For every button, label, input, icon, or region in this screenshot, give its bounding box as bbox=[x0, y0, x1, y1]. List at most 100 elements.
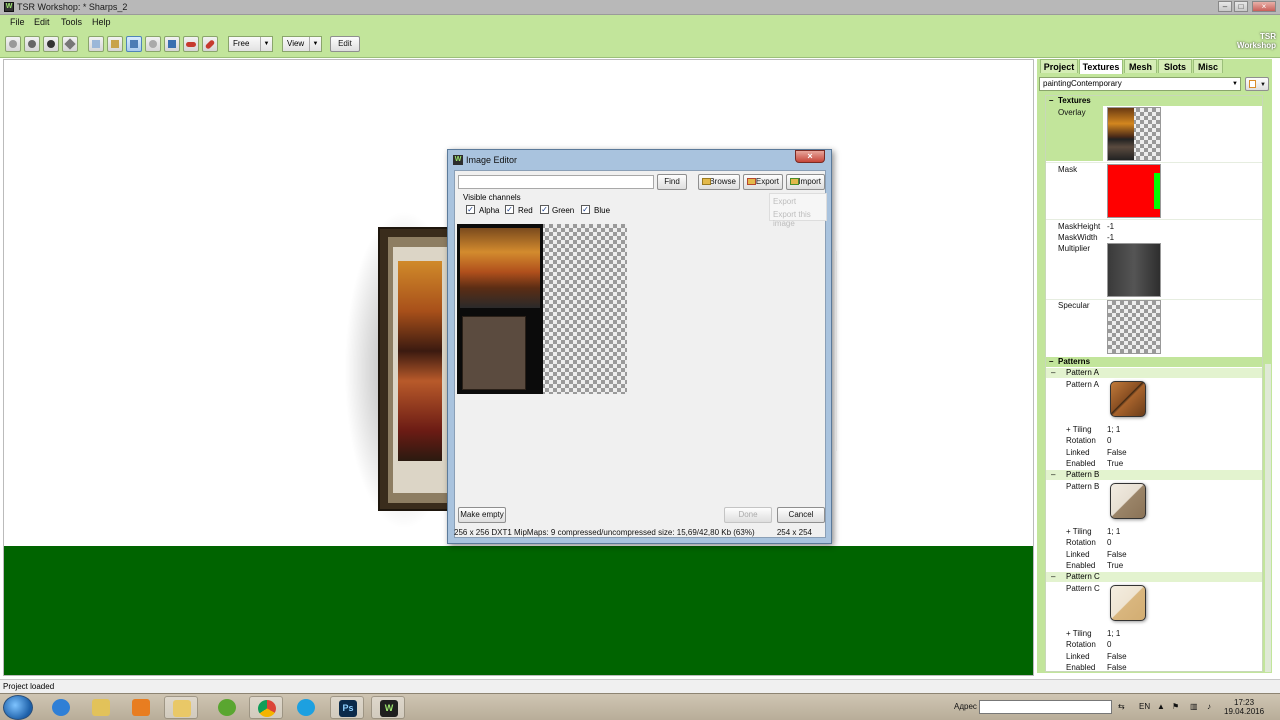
pattern-a-enabled-value[interactable]: True bbox=[1107, 459, 1123, 468]
clock[interactable]: 17:23 19.04.2016 bbox=[1224, 698, 1264, 716]
green-label: Green bbox=[552, 206, 575, 215]
brush-icon[interactable] bbox=[202, 36, 218, 52]
alpha-checkbox[interactable]: ✓ bbox=[466, 205, 475, 214]
skype-taskbar-button[interactable] bbox=[289, 696, 323, 719]
texture-preview[interactable] bbox=[457, 224, 627, 394]
pattern-b-tiling-value[interactable]: 1; 1 bbox=[1107, 527, 1120, 536]
preview-scrollbar[interactable] bbox=[835, 251, 837, 451]
green-checkbox[interactable]: ✓ bbox=[540, 205, 549, 214]
menu-tools[interactable]: Tools bbox=[61, 17, 82, 27]
tab-project[interactable]: Project bbox=[1040, 59, 1078, 73]
dialog-close-button[interactable]: × bbox=[795, 150, 825, 163]
pattern-c-header[interactable]: – Pattern C bbox=[1046, 572, 1262, 582]
sphere-medium-icon[interactable] bbox=[24, 36, 40, 52]
pattern-b-linked-value[interactable]: False bbox=[1107, 550, 1127, 559]
close-button[interactable]: × bbox=[1252, 1, 1276, 12]
texture-select[interactable]: paintingContemporary ▼ bbox=[1039, 77, 1241, 91]
pattern-c-enabled-value[interactable]: False bbox=[1107, 663, 1127, 671]
maskheight-value[interactable]: -1 bbox=[1107, 222, 1114, 231]
media-player-taskbar-button[interactable] bbox=[124, 696, 158, 719]
gizmo-icon[interactable] bbox=[164, 36, 180, 52]
menu-file[interactable]: File bbox=[10, 17, 25, 27]
grid-icon[interactable] bbox=[88, 36, 104, 52]
language-indicator[interactable]: EN bbox=[1139, 702, 1150, 711]
done-button[interactable]: Done bbox=[724, 507, 772, 523]
lips-icon[interactable] bbox=[183, 36, 199, 52]
folder-taskbar-button[interactable] bbox=[164, 696, 198, 719]
maskwidth-value[interactable]: -1 bbox=[1107, 233, 1114, 242]
collapse-icon[interactable]: – bbox=[1049, 357, 1053, 367]
tab-slots[interactable]: Slots bbox=[1158, 59, 1192, 73]
collapse-icon[interactable]: – bbox=[1051, 368, 1055, 378]
minimize-button[interactable]: – bbox=[1218, 1, 1232, 12]
pattern-a-header[interactable]: – Pattern A bbox=[1046, 368, 1262, 378]
pattern-b-rotation-label: Rotation bbox=[1066, 538, 1096, 547]
address-input[interactable] bbox=[979, 700, 1112, 714]
sphere-light-icon[interactable] bbox=[5, 36, 21, 52]
chrome-taskbar-button[interactable] bbox=[249, 696, 283, 719]
export-button[interactable]: Export bbox=[743, 174, 783, 190]
frame-view-icon[interactable] bbox=[126, 36, 142, 52]
network-icon[interactable]: ▥ bbox=[1190, 702, 1198, 711]
patterns-category[interactable]: – Patterns bbox=[1046, 357, 1262, 367]
collapse-icon[interactable]: – bbox=[1049, 96, 1053, 106]
pattern-b-swatch[interactable] bbox=[1110, 483, 1146, 519]
tray-arrow-icon[interactable]: ▲ bbox=[1157, 702, 1165, 711]
property-grid-scrollbar[interactable] bbox=[1265, 364, 1271, 672]
browse-button[interactable]: Browse bbox=[698, 174, 740, 190]
pattern-a-linked-value[interactable]: False bbox=[1107, 448, 1127, 457]
pattern-c-swatch[interactable] bbox=[1110, 585, 1146, 621]
find-input[interactable] bbox=[458, 175, 654, 189]
maximize-button[interactable]: □ bbox=[1234, 1, 1248, 12]
pattern-a-rotation-value[interactable]: 0 bbox=[1107, 436, 1111, 445]
pattern-c-linked-value[interactable]: False bbox=[1107, 652, 1127, 661]
mask-thumbnail[interactable] bbox=[1107, 164, 1161, 218]
make-empty-button[interactable]: Make empty bbox=[458, 507, 506, 523]
sphere-dark-icon[interactable] bbox=[43, 36, 59, 52]
diamond-icon[interactable] bbox=[62, 36, 78, 52]
import-button[interactable]: Import bbox=[786, 174, 825, 190]
overlay-thumbnail[interactable] bbox=[1107, 107, 1161, 161]
go-icon[interactable]: ⇆ bbox=[1118, 702, 1125, 711]
textures-category[interactable]: – Textures bbox=[1046, 96, 1262, 106]
multiplier-thumbnail[interactable] bbox=[1107, 243, 1161, 297]
expand-icon[interactable]: + bbox=[1066, 425, 1073, 434]
view-select[interactable]: View ▼ bbox=[282, 36, 322, 52]
export-menu-item[interactable]: Export bbox=[773, 197, 796, 206]
pattern-c-rotation-value[interactable]: 0 bbox=[1107, 640, 1111, 649]
collapse-icon[interactable]: – bbox=[1051, 572, 1055, 582]
tab-mesh[interactable]: Mesh bbox=[1124, 59, 1157, 73]
red-checkbox[interactable]: ✓ bbox=[505, 205, 514, 214]
flag-icon[interactable]: ⚑ bbox=[1172, 702, 1179, 711]
explorer-taskbar-button[interactable] bbox=[84, 696, 118, 719]
cancel-button[interactable]: Cancel bbox=[777, 507, 825, 523]
collapse-icon[interactable]: – bbox=[1051, 470, 1055, 480]
menu-help[interactable]: Help bbox=[92, 17, 111, 27]
bones-icon[interactable] bbox=[107, 36, 123, 52]
volume-icon[interactable]: ♪ bbox=[1207, 702, 1211, 711]
pattern-b-enabled-value[interactable]: True bbox=[1107, 561, 1123, 570]
mode-select[interactable]: Free ▼ bbox=[228, 36, 273, 52]
tsr-workshop-taskbar-button[interactable]: W bbox=[371, 696, 405, 719]
find-button[interactable]: Find bbox=[657, 174, 687, 190]
tab-textures[interactable]: Textures bbox=[1079, 59, 1123, 74]
pattern-a-tiling-value[interactable]: 1; 1 bbox=[1107, 425, 1120, 434]
pattern-c-tiling-value[interactable]: 1; 1 bbox=[1107, 629, 1120, 638]
menu-edit[interactable]: Edit bbox=[34, 17, 50, 27]
pattern-b-header[interactable]: – Pattern B bbox=[1046, 470, 1262, 480]
new-texture-button[interactable]: ▼ bbox=[1245, 77, 1269, 91]
edit-button[interactable]: Edit bbox=[330, 36, 360, 52]
specular-thumbnail[interactable] bbox=[1107, 300, 1161, 354]
pattern-b-rotation-value[interactable]: 0 bbox=[1107, 538, 1111, 547]
ie-taskbar-button[interactable] bbox=[44, 696, 78, 719]
export-this-image-menu-item[interactable]: Export this image bbox=[773, 210, 826, 228]
photoshop-taskbar-button[interactable]: Ps bbox=[330, 696, 364, 719]
blue-checkbox[interactable]: ✓ bbox=[581, 205, 590, 214]
expand-icon[interactable]: + bbox=[1066, 527, 1073, 536]
light-bulb-icon[interactable] bbox=[145, 36, 161, 52]
tab-misc[interactable]: Misc bbox=[1193, 59, 1223, 73]
pattern-a-swatch[interactable] bbox=[1110, 381, 1146, 417]
utorrent-taskbar-button[interactable] bbox=[210, 696, 244, 719]
start-button[interactable] bbox=[3, 695, 33, 720]
expand-icon[interactable]: + bbox=[1066, 629, 1073, 638]
